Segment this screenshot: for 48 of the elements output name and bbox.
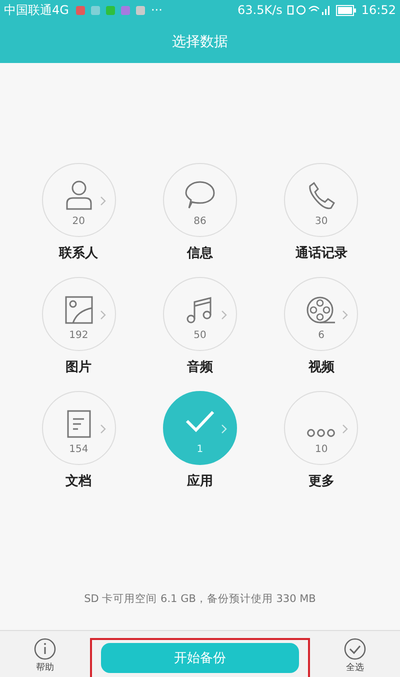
carrier-name: 中国联通4G [4,2,69,18]
category-label: 更多 [308,474,334,490]
data-category-toggle[interactable]: 30 [284,163,358,237]
item-count: 154 [69,444,88,456]
image-icon [64,296,93,324]
data-category-toggle[interactable]: 86 [162,163,237,237]
category-label: 视频 [308,360,334,376]
item-count: 6 [318,330,325,342]
screen-title: 选择数据 [172,32,228,50]
more-dots-icon [306,428,336,438]
film-reel-icon [306,296,336,324]
item-count: 30 [314,216,328,228]
data-category-toggle[interactable]: 1 [162,391,237,465]
phone-icon [307,182,336,210]
data-category-toggle[interactable]: 154 [42,391,116,465]
more-notifications: ··· [150,3,162,17]
data-category-toggle[interactable]: 50 [162,277,237,351]
data-category-toggle[interactable]: 10 [284,391,358,465]
clock: 16:52 [361,3,396,17]
status-icons [287,4,332,16]
category-label: 图片 [66,360,92,376]
category-label: 文档 [66,474,92,490]
category-label: 应用 [186,474,213,490]
info-icon [34,638,56,660]
item-count: 1 [196,444,204,456]
data-category-toggle[interactable]: 192 [42,277,116,351]
storage-info: SD 卡可用空间 6.1 GB，备份预计使用 330 MB [83,592,317,607]
document-icon [66,410,91,438]
category-label: 信息 [186,246,213,262]
check-circle-icon [344,638,366,660]
help-button[interactable]: 帮助 [0,631,90,674]
category-label: 联系人 [59,246,98,262]
select-all-button[interactable]: 全选 [310,631,400,674]
music-note-icon [186,296,214,324]
start-backup-button[interactable]: 开始备份 [101,643,299,673]
network-speed: 63.5K/s [238,3,282,17]
speech-bubble-icon [184,180,215,210]
item-count: 50 [194,330,206,342]
item-count: 86 [194,216,206,228]
data-category-toggle[interactable]: 6 [284,277,358,351]
data-category-toggle[interactable]: 20 [42,163,116,237]
category-label: 通话记录 [295,246,348,262]
item-count: 20 [72,216,86,228]
category-label: 音频 [186,360,213,376]
battery-icon [336,4,356,16]
item-count: 192 [69,330,88,342]
item-count: 10 [314,444,328,456]
person-icon [64,180,93,210]
